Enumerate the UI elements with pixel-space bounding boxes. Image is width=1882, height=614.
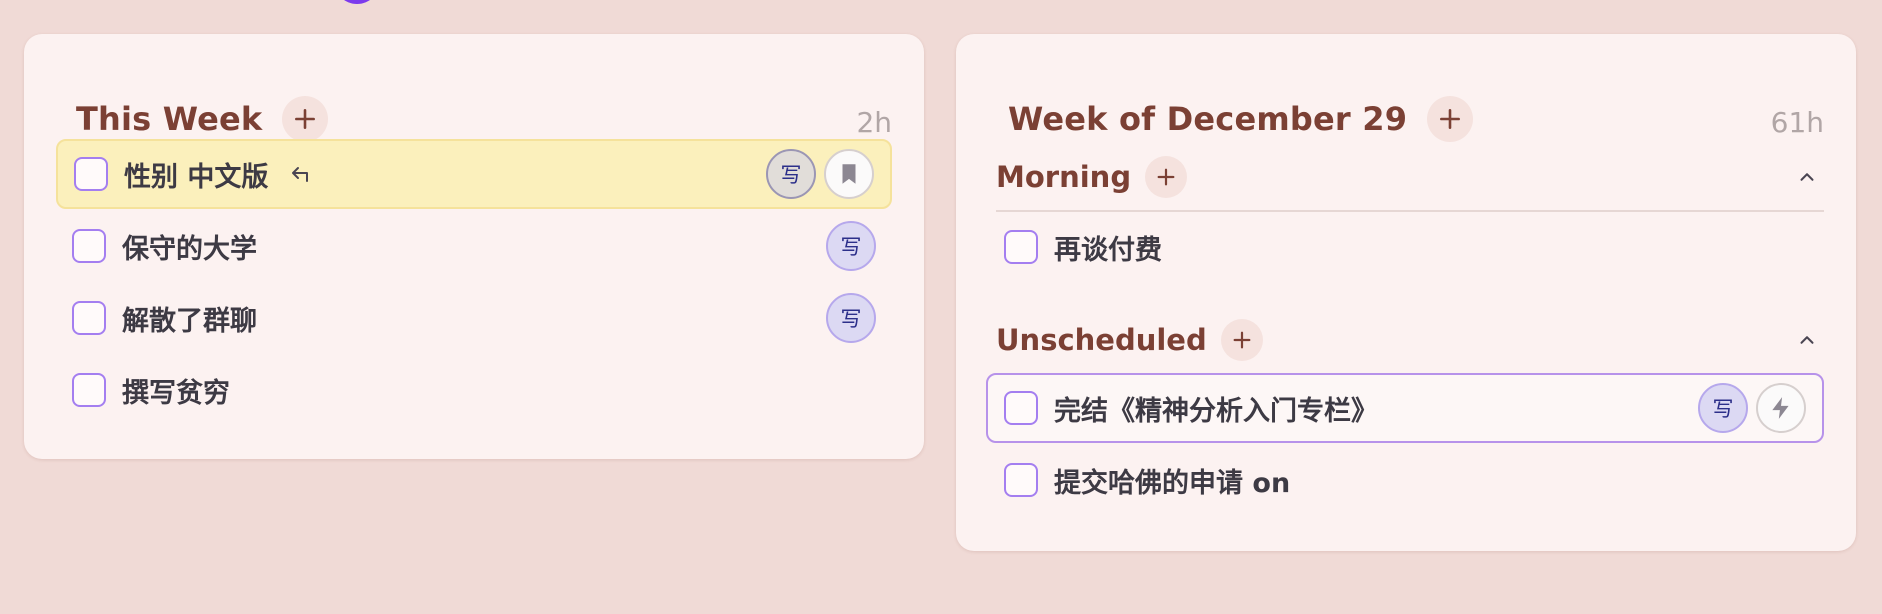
plus-icon [295,109,316,129]
chevron-up-icon[interactable] [1796,329,1818,351]
plus-icon [1233,331,1251,349]
defer-icon [292,167,309,182]
task-title: 撰写贫穷 [122,377,230,409]
task-item[interactable]: 性别 中文版 写 [56,139,892,209]
task-item[interactable]: 撰写贫穷 [56,355,892,425]
card-header: Week of December 29 [1008,94,1474,144]
write-button[interactable]: 写 [1698,383,1748,433]
task-title: 性别 中文版 [124,161,269,193]
task-item[interactable]: 提交哈佛的申请 on [988,445,1824,515]
task-checkbox[interactable] [72,229,106,263]
task-title: 再谈付费 [1054,234,1162,266]
task-actions: 写 [826,293,876,343]
section-title: Unscheduled [996,323,1207,357]
bookmark-button[interactable] [824,149,874,199]
task-item[interactable]: 解散了群聊 写 [56,283,892,353]
avatar[interactable] [334,0,380,4]
section-header-morning[interactable]: Morning [996,153,1824,201]
card-title: This Week [76,100,263,138]
task-title: 提交哈佛的申请 on [1054,467,1291,499]
task-title: 保守的大学 [122,233,257,265]
quick-action-button[interactable] [1756,383,1806,433]
week-of-card: Week of December 29 61h Morning 再谈付费 Uns… [956,34,1856,551]
this-week-card: This Week 2h 性别 中文版 写 保守的大学 写 解散了群聊 写 撰写… [24,34,924,459]
task-checkbox[interactable] [74,157,108,191]
card-title: Week of December 29 [1008,100,1408,138]
task-checkbox[interactable] [1004,391,1038,425]
task-item[interactable]: 完结《精神分析入门专栏》 写 [986,373,1824,443]
write-button[interactable]: 写 [766,149,816,199]
add-task-button[interactable] [1427,96,1474,142]
chevron-up-icon[interactable] [1796,166,1818,188]
task-actions: 写 [826,221,876,271]
task-actions: 写 [1698,383,1806,433]
task-item[interactable]: 再谈付费 [988,212,1824,282]
card-header: This Week [76,94,329,144]
bookmark-icon [842,164,856,184]
task-title: 解散了群聊 [122,305,257,337]
add-unscheduled-task-button[interactable] [1220,319,1263,361]
lightning-icon [1772,397,1789,419]
total-hours: 61h [1770,106,1824,139]
total-hours: 2h [856,106,892,139]
task-actions: 写 [766,149,874,199]
write-button[interactable]: 写 [826,221,876,271]
plus-icon [1440,109,1461,129]
task-checkbox[interactable] [1004,463,1038,497]
add-morning-task-button[interactable] [1145,156,1188,198]
task-item[interactable]: 保守的大学 写 [56,211,892,281]
task-checkbox[interactable] [72,373,106,407]
add-task-button[interactable] [282,96,329,142]
write-button[interactable]: 写 [826,293,876,343]
plus-icon [1157,168,1175,186]
section-title: Morning [996,160,1132,194]
task-title: 完结《精神分析入门专栏》 [1054,395,1378,427]
section-header-unscheduled[interactable]: Unscheduled [996,316,1824,364]
task-checkbox[interactable] [72,301,106,335]
task-checkbox[interactable] [1004,230,1038,264]
